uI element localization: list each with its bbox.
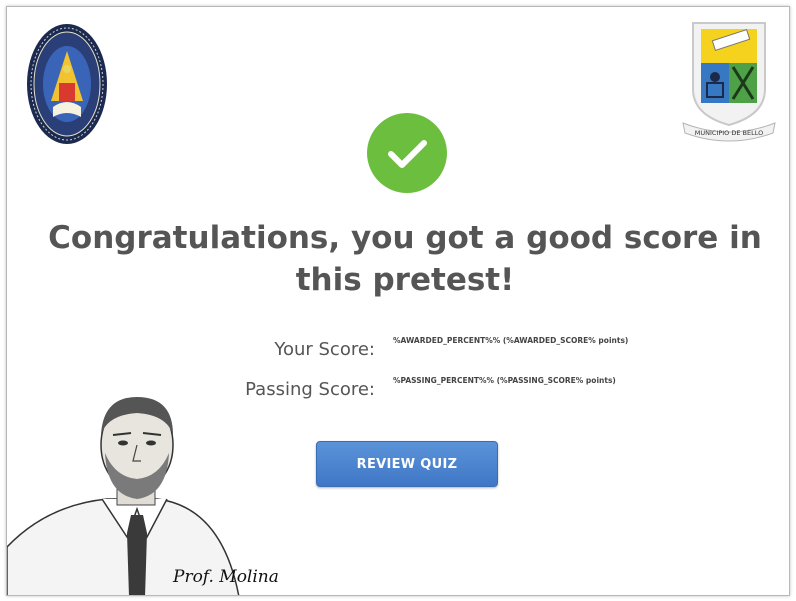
- school-seal-logo: [25, 21, 109, 147]
- teacher-portrait: [7, 387, 297, 595]
- check-circle-icon: [367, 113, 447, 193]
- your-score-label: Your Score:: [274, 339, 375, 360]
- review-quiz-button[interactable]: REVIEW QUIZ: [316, 441, 498, 487]
- municipal-shield-logo: MUNICIPIO DE BELLO: [677, 15, 781, 147]
- municipal-caption: MUNICIPIO DE BELLO: [695, 129, 764, 137]
- quiz-result-panel: MUNICIPIO DE BELLO Congratulations, you …: [6, 6, 790, 596]
- result-headline: Congratulations, you got a good score in…: [47, 217, 763, 301]
- passing-score-value: %PASSING_PERCENT%% (%PASSING_SCORE% poin…: [393, 376, 616, 385]
- signature-text: Prof. Molina: [173, 567, 279, 587]
- headline-line-1: Congratulations, you got a good score in: [48, 220, 762, 256]
- your-score-value: %AWARDED_PERCENT%% (%AWARDED_SCORE% poin…: [393, 336, 629, 345]
- headline-line-2: this pretest!: [295, 262, 515, 298]
